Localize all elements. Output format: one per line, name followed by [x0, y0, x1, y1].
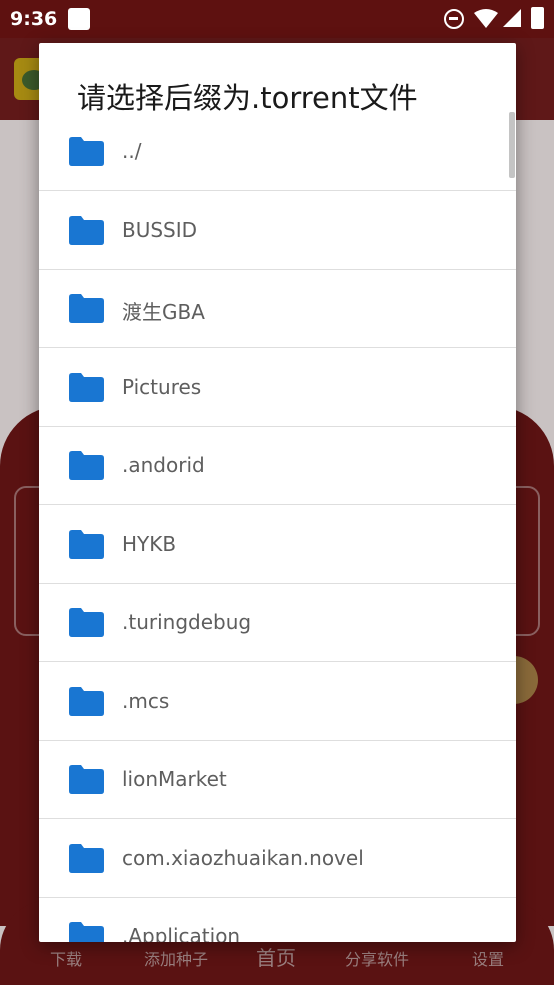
folder-icon — [69, 215, 104, 245]
nav-share[interactable]: 分享软件 — [345, 946, 409, 970]
folder-name: BUSSID — [122, 217, 198, 242]
nav-download[interactable]: 下载 — [50, 946, 82, 970]
signal-icon — [503, 9, 521, 27]
folder-icon — [69, 608, 104, 637]
folder-icon — [69, 137, 104, 166]
folder-icon — [69, 686, 104, 716]
folder-name: 渡生GBA — [122, 300, 205, 324]
nav-add-seed[interactable]: 添加种子 — [144, 946, 208, 970]
notification-icon — [68, 8, 90, 30]
folder-row[interactable]: ../ — [39, 113, 516, 191]
file-picker-dialog: 请选择后缀为.torrent文件 ../ BUSSID 渡生GBA Pictures.… — [39, 43, 516, 942]
folder-row[interactable]: .turingdebug — [39, 584, 516, 662]
dialog-title: 请选择后缀为.torrent文件 — [77, 81, 418, 115]
folder-list[interactable]: ../ BUSSID 渡生GBA Pictures .andorid HYKB .turin… — [39, 113, 516, 942]
folder-icon — [69, 451, 104, 480]
scrollbar[interactable] — [509, 112, 515, 178]
folder-icon — [69, 922, 104, 942]
folder-icon — [69, 372, 104, 402]
folder-row[interactable]: HYKB — [39, 506, 516, 584]
folder-name: HYKB — [122, 531, 177, 556]
folder-row[interactable]: Pictures — [39, 349, 516, 427]
folder-icon — [69, 294, 104, 323]
folder-name: .andorid — [122, 453, 205, 477]
wifi-icon — [474, 9, 498, 28]
folder-name: ../ — [122, 139, 142, 163]
folder-row[interactable]: .andorid — [39, 427, 516, 505]
folder-row[interactable]: .mcs — [39, 663, 516, 741]
folder-name: lionMarket — [122, 767, 227, 791]
folder-icon — [69, 843, 104, 873]
folder-name: .Application — [122, 924, 241, 942]
nav-home[interactable]: 首页 — [256, 942, 296, 971]
folder-row[interactable]: 渡生GBA — [39, 270, 516, 348]
folder-name: .turingdebug — [122, 610, 252, 634]
status-time: 9:36 — [10, 8, 58, 30]
folder-icon — [69, 529, 104, 559]
folder-row[interactable]: com.xiaozhuaikan.novel — [39, 820, 516, 898]
folder-name: Pictures — [122, 374, 202, 399]
folder-icon — [69, 765, 104, 794]
folder-row[interactable]: BUSSID — [39, 192, 516, 270]
folder-row[interactable]: lionMarket — [39, 741, 516, 819]
folder-name: .mcs — [122, 688, 170, 713]
status-bar: 9:36 — [0, 0, 554, 38]
do-not-disturb-icon — [444, 9, 464, 29]
nav-settings[interactable]: 设置 — [472, 946, 504, 970]
folder-row[interactable]: .Application — [39, 898, 516, 942]
bottom-nav: 下载 添加种子 首页 分享软件 设置 — [0, 946, 554, 976]
battery-icon — [531, 7, 544, 29]
folder-name: com.xiaozhuaikan.novel — [122, 845, 364, 870]
